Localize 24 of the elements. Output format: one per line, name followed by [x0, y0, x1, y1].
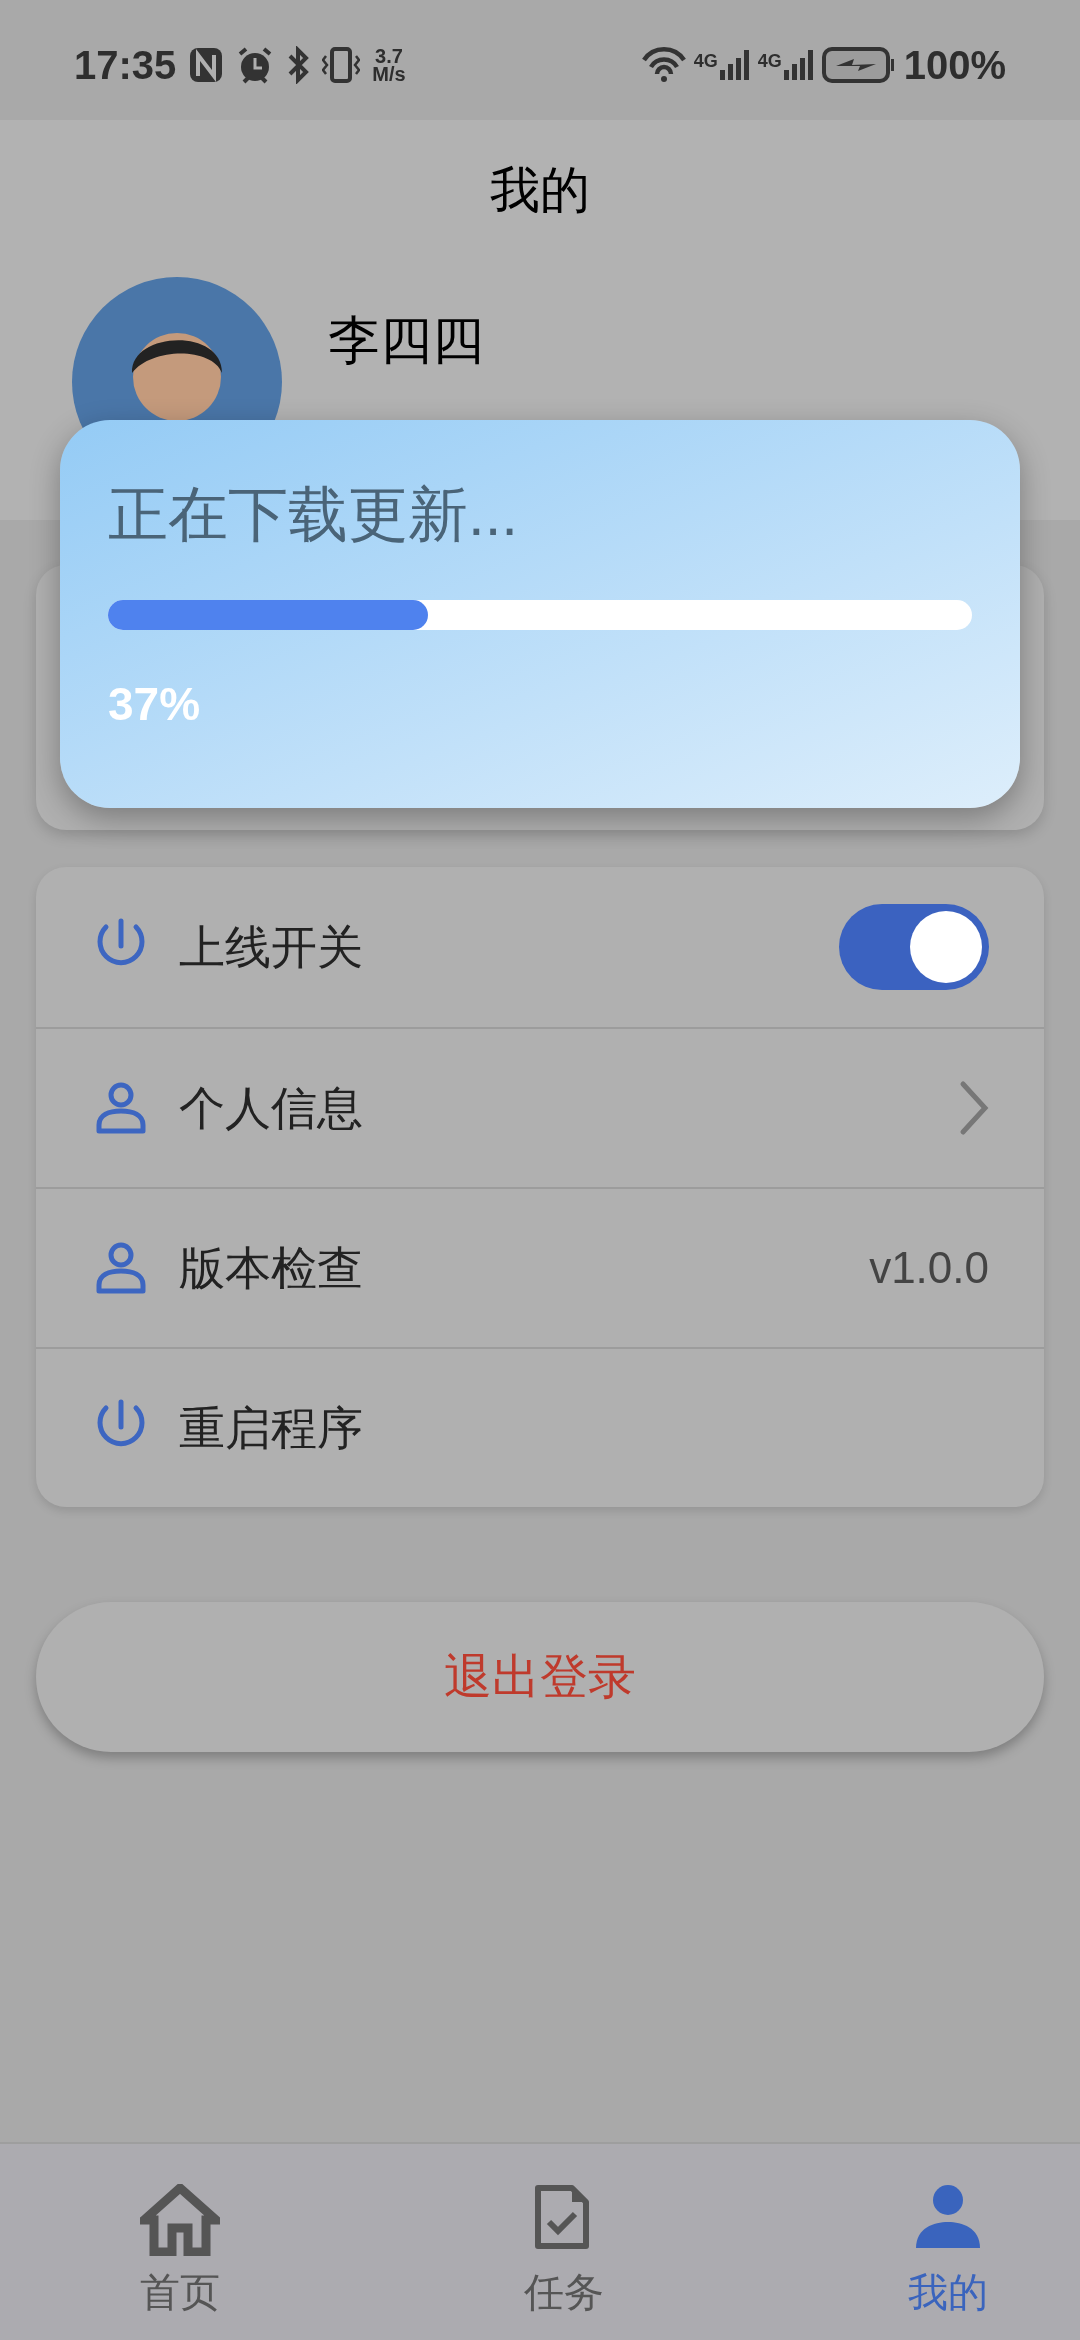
user-name: 李四四 — [328, 310, 484, 371]
page-title: 我的 — [490, 161, 590, 220]
signal-icon — [783, 48, 814, 82]
chevron-right-icon — [959, 1080, 989, 1136]
network-type: 4G — [757, 50, 782, 73]
home-icon — [140, 2184, 220, 2256]
setting-label[interactable]: 上线开关 — [179, 912, 811, 982]
speed-unit: M/s — [372, 65, 406, 83]
bluetooth-icon — [286, 46, 311, 84]
nfc-icon — [188, 46, 225, 84]
battery-percent: 100% — [903, 42, 1006, 89]
network-speed: 3.7 — [375, 47, 403, 65]
signal-icon — [719, 48, 750, 82]
progress-percent: 37% — [108, 677, 201, 732]
vibrate-icon — [322, 46, 361, 84]
network-type: 4G — [693, 50, 718, 73]
setting-label[interactable]: 版本检查 — [179, 1233, 842, 1303]
dialog-title: 正在下载更新... — [108, 480, 518, 550]
clock-time: 17:35 — [74, 42, 177, 89]
wifi-icon — [641, 46, 686, 84]
setting-label[interactable]: 个人信息 — [179, 1073, 931, 1143]
battery-icon — [821, 46, 896, 84]
version-value: v1.0.0 — [869, 1242, 989, 1294]
setting-label[interactable]: 重启程序 — [179, 1393, 989, 1463]
